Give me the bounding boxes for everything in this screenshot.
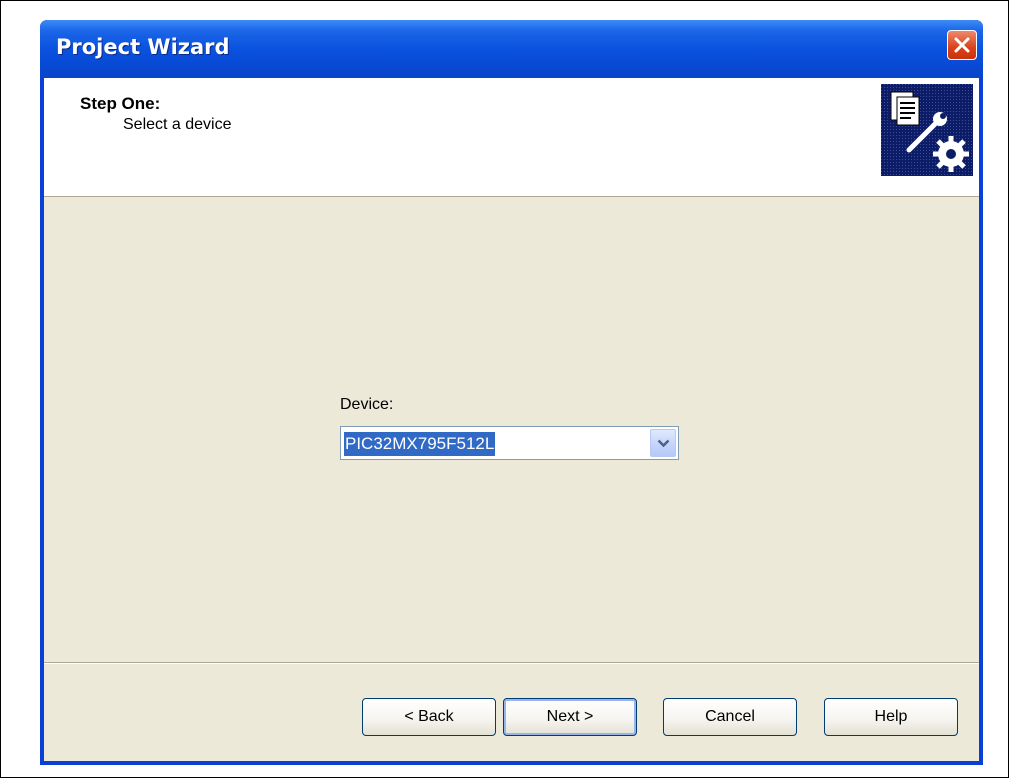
- dialog-client-area: Step One: Select a device Device: PIC32M…: [44, 78, 979, 761]
- back-button[interactable]: < Back: [362, 698, 496, 736]
- device-selected-value[interactable]: PIC32MX795F512L: [344, 432, 496, 456]
- step-subtitle: Select a device: [123, 116, 232, 133]
- wizard-icon: [881, 84, 973, 176]
- next-button[interactable]: Next >: [503, 698, 637, 736]
- window-title: Project Wizard: [56, 35, 230, 59]
- title-bar[interactable]: Project Wizard: [40, 20, 983, 78]
- button-separator: [44, 662, 979, 664]
- device-label: Device:: [340, 396, 394, 413]
- device-select[interactable]: PIC32MX795F512L: [340, 426, 679, 460]
- help-button[interactable]: Help: [824, 698, 958, 736]
- chevron-down-icon: [657, 439, 670, 448]
- dropdown-button[interactable]: [650, 429, 676, 457]
- project-wizard-dialog: Project Wizard Step One: Select a device: [40, 20, 983, 765]
- step-title: Step One:: [80, 94, 161, 113]
- cancel-button[interactable]: Cancel: [663, 698, 797, 736]
- close-button[interactable]: [947, 30, 977, 60]
- wizard-header: Step One: Select a device: [44, 78, 979, 197]
- screenshot-frame: Project Wizard Step One: Select a device: [0, 0, 1009, 778]
- close-icon: [954, 37, 970, 53]
